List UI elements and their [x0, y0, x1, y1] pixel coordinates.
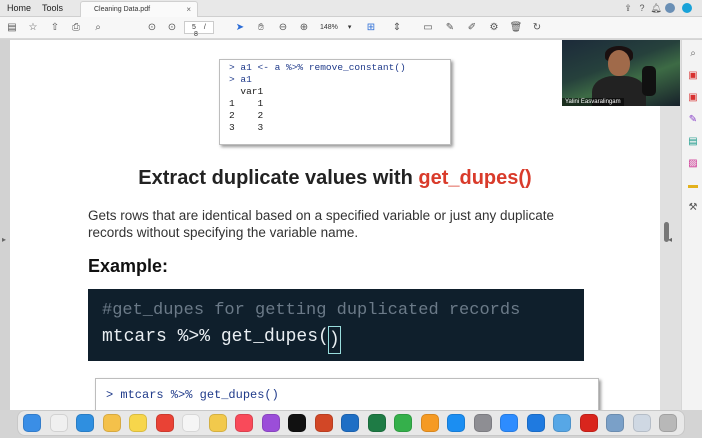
code-line: 2 2: [229, 110, 264, 121]
zoom-value: 148%: [320, 24, 338, 31]
code-line: > a1: [229, 74, 252, 85]
scrollbar-thumb[interactable]: [664, 222, 669, 242]
dock-trash-icon[interactable]: [659, 414, 677, 432]
dock-finder-window-icon[interactable]: [632, 414, 651, 432]
help-icon[interactable]: ?: [636, 3, 648, 13]
delete-icon[interactable]: 🗑︎: [509, 21, 523, 34]
heading-text: Extract duplicate values with: [138, 167, 419, 189]
page-total: 8: [194, 31, 198, 38]
print-icon[interactable]: ⎙: [69, 21, 83, 34]
stamp-icon[interactable]: ⚙: [487, 21, 501, 34]
example-label: Example:: [88, 256, 169, 276]
zoom-dropdown[interactable]: 148% ▾: [316, 21, 354, 34]
app-tab-bar: Home Tools Cleaning Data.pdf × ⇪ ? 🔔︎: [0, 0, 702, 17]
edit-pdf-icon[interactable]: ✎: [686, 114, 700, 126]
dock-files-icon[interactable]: [208, 414, 227, 432]
dock-settings-icon[interactable]: [473, 414, 492, 432]
draw-icon[interactable]: ✐: [465, 21, 479, 34]
dock-appstore-icon[interactable]: [447, 414, 465, 432]
left-panel-gutter: ▸: [0, 40, 10, 410]
expand-left-icon[interactable]: ▸: [2, 235, 6, 244]
dock-notes-icon[interactable]: [129, 414, 147, 432]
zoom-in-icon[interactable]: ⊕: [297, 21, 311, 34]
right-tools-panel: ⌕ ▣ ▣ ✎ ▤ ▨ ▬ ⚒: [681, 40, 702, 410]
code-line: 3 3: [229, 122, 264, 133]
chevron-down-icon: ▾: [347, 24, 352, 31]
select-cursor-icon[interactable]: ➤: [233, 21, 247, 34]
home-tab[interactable]: Home: [7, 3, 31, 13]
upload-icon[interactable]: ⇧: [48, 21, 62, 34]
dock-excel-icon[interactable]: [367, 414, 386, 432]
code-text: mtcars %>% get_dupes(: [102, 327, 329, 347]
dock-zoom-icon[interactable]: [500, 414, 518, 432]
code-line: 1 1: [229, 98, 264, 109]
comment-panel-icon[interactable]: ▬: [686, 180, 700, 192]
create-pdf-icon[interactable]: ▣: [686, 70, 700, 82]
document-tab[interactable]: Cleaning Data.pdf ×: [80, 1, 198, 17]
dock-music-icon[interactable]: [235, 414, 253, 432]
code-line: mtcars %>% get_dupes(): [102, 324, 584, 354]
dock-chrome-icon[interactable]: [155, 414, 174, 432]
dock-safari-icon[interactable]: [76, 414, 94, 432]
heading-function: get_dupes(): [418, 167, 532, 189]
webcam-overlay: Yalini Easvaralingam: [562, 40, 680, 106]
dock-acrobat-icon[interactable]: [579, 414, 598, 432]
microphone: [642, 66, 656, 96]
dock-finder-icon[interactable]: [23, 414, 41, 432]
code-comment: #get_dupes for getting duplicated record…: [102, 301, 521, 320]
dock-pages-icon[interactable]: [420, 414, 439, 432]
export-pdf-icon[interactable]: ▣: [686, 92, 700, 104]
toolbar: ▤ ☆ ⇧ ⎙ ⌕ ⊙ ⊙ 5 / 8 ➤ ✋︎ ⊖ ⊕ 148% ▾ ⊞ ⇕ …: [0, 17, 702, 39]
slide-heading: Extract duplicate values with get_dupes(…: [10, 167, 660, 190]
dock-photos-icon[interactable]: [102, 414, 121, 432]
dock-reminders-icon[interactable]: [182, 414, 200, 432]
organize-pages-icon[interactable]: ▤: [686, 136, 700, 148]
search-icon[interactable]: ⌕: [91, 21, 105, 34]
next-page-icon[interactable]: ⊙: [165, 21, 179, 34]
dock-numbers-icon[interactable]: [394, 414, 412, 432]
description-paragraph: Gets rows that are identical based on a …: [88, 208, 555, 240]
code-line: > a1 <- a %>% remove_constant(): [229, 62, 406, 73]
page-separator: /: [203, 24, 206, 31]
page-current: 5: [192, 24, 196, 31]
scroll-mode-icon[interactable]: ⇕: [390, 21, 404, 34]
more-tools-icon[interactable]: ⚒: [686, 202, 700, 214]
dock-keynote-icon[interactable]: [526, 414, 545, 432]
hand-tool-icon[interactable]: ✋︎: [254, 21, 268, 34]
tools-tab[interactable]: Tools: [42, 3, 63, 13]
notifications-icon[interactable]: 🔔︎: [650, 3, 662, 13]
rotate-icon[interactable]: ↻: [530, 21, 544, 34]
save-icon[interactable]: ▤: [5, 21, 19, 34]
dock-podcasts-icon[interactable]: [261, 414, 280, 432]
text-cursor: ): [327, 326, 341, 354]
zoom-out-icon[interactable]: ⊖: [276, 21, 290, 34]
fill-sign-icon[interactable]: ▨: [686, 158, 700, 170]
mac-dock: [17, 410, 685, 436]
presenter-name: Yalini Easvaralingam: [562, 98, 624, 106]
bookmark-star-icon[interactable]: ☆: [26, 21, 40, 34]
dark-code-block: #get_dupes for getting duplicated record…: [88, 289, 584, 361]
dock-tv-icon[interactable]: [288, 414, 306, 432]
dock-launchpad-icon[interactable]: [49, 414, 68, 432]
highlight-pen-icon[interactable]: ✎: [443, 21, 457, 34]
dock-preview-icon[interactable]: [553, 414, 571, 432]
page-number-field[interactable]: 5 / 8: [184, 21, 214, 38]
close-tab-icon[interactable]: ×: [186, 5, 191, 14]
presenter-face: [608, 50, 630, 76]
document-tab-title: Cleaning Data.pdf: [94, 6, 151, 13]
share-icon[interactable]: ⇪: [622, 3, 634, 13]
previous-page-icon[interactable]: ⊙: [145, 21, 159, 34]
account-icon[interactable]: [682, 3, 692, 13]
code-screenshot-2: > mtcars %>% get_dupes(): [95, 378, 599, 410]
dock-outlook-icon[interactable]: [341, 414, 359, 432]
fit-page-icon[interactable]: ⊞: [364, 21, 378, 34]
code-line: var1: [229, 86, 264, 97]
dock-powerpoint-icon[interactable]: [314, 414, 333, 432]
comment-icon[interactable]: ▭: [421, 21, 435, 34]
zoom-search-icon[interactable]: ⌕: [686, 48, 700, 60]
dock-r-icon[interactable]: [606, 414, 624, 432]
avatar[interactable]: [665, 3, 675, 13]
code-screenshot-1: > a1 <- a %>% remove_constant() > a1 var1…: [219, 59, 451, 145]
